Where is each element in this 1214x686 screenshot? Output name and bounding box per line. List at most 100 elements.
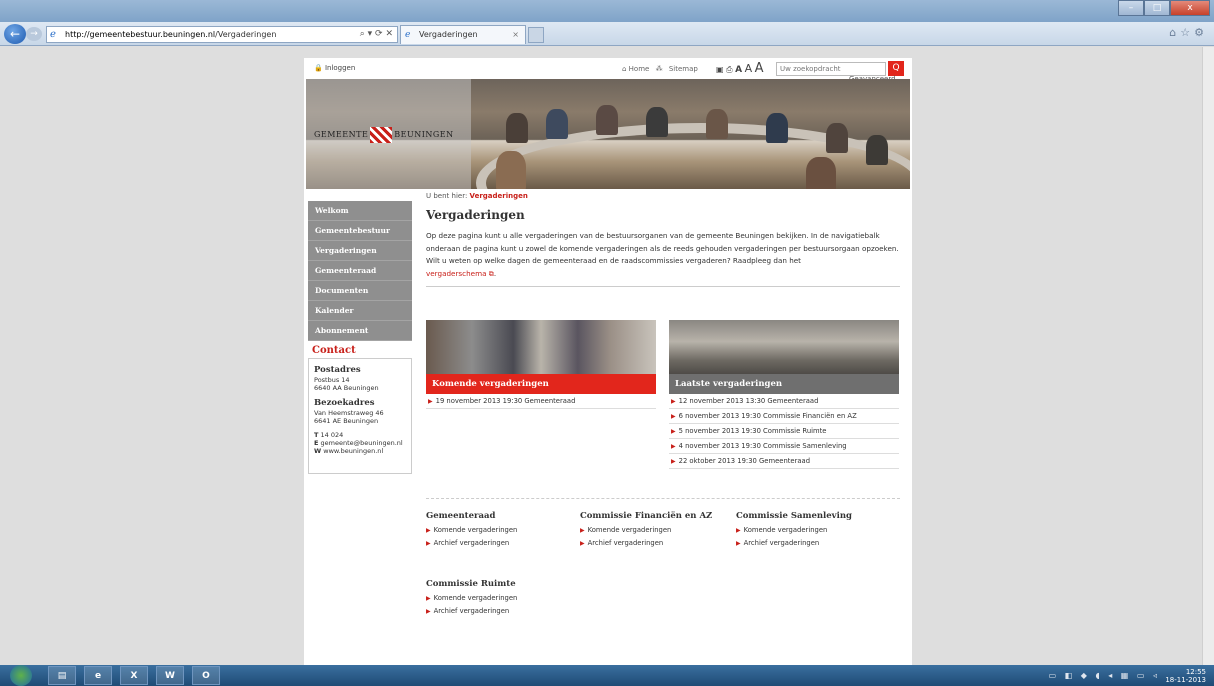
- vertical-scrollbar[interactable]: [1202, 47, 1214, 665]
- page-topbar: 🔒 Inloggen ⌂ Home ⁂ Sitemap ▣ ⎙ A A A Uw…: [304, 58, 912, 91]
- banner-person: [866, 135, 888, 165]
- external-link-icon: ⧉: [486, 268, 494, 278]
- back-button[interactable]: ←: [4, 24, 26, 44]
- list-item[interactable]: ▶ 12 november 2013 13:30 Gemeenteraad: [669, 394, 899, 409]
- forward-button[interactable]: →: [26, 27, 42, 41]
- arrow-right-icon: ▶: [671, 398, 676, 405]
- nav-item-kalender[interactable]: Kalender: [308, 301, 412, 321]
- nav-item-gemeentebestuur[interactable]: Gemeentebestuur: [308, 221, 412, 241]
- komende-link[interactable]: ▶ Komende vergaderingen: [736, 524, 886, 537]
- sitemap-link[interactable]: ⁂ Sitemap: [656, 65, 702, 73]
- search-input[interactable]: Uw zoekopdracht: [776, 62, 886, 76]
- search-button[interactable]: Q: [888, 61, 904, 76]
- section-divider: [426, 498, 900, 499]
- breadcrumb-current[interactable]: Vergaderingen: [470, 192, 528, 200]
- body-title: Commissie Financiën en AZ: [580, 511, 713, 521]
- vergaderschema-link[interactable]: vergaderschema: [426, 269, 487, 278]
- logo-flag-icon: [370, 127, 393, 143]
- excel-taskbar-button[interactable]: X: [120, 666, 148, 685]
- clock[interactable]: 12:55 18-11-2013: [1165, 668, 1206, 684]
- archief-link[interactable]: ▶ Archief vergaderingen: [736, 537, 886, 550]
- maximize-button[interactable]: □: [1144, 0, 1170, 16]
- intro-text: Op deze pagina kunt u alle vergaderingen…: [426, 231, 899, 253]
- logo-text-left: GEMEENTE: [314, 130, 369, 139]
- website-line[interactable]: W www.beuningen.nl: [314, 447, 406, 455]
- arrow-right-icon: ▶: [671, 443, 676, 450]
- url-host: http://gemeentebestuur.beuningen.nl: [65, 30, 216, 39]
- gear-icon[interactable]: ⚙: [1194, 26, 1208, 39]
- main-content: Vergaderingen Op deze pagina kunt u alle…: [426, 208, 900, 287]
- archief-link[interactable]: ▶ Archief vergaderingen: [426, 537, 576, 550]
- ie-tab-icon: ℯ: [405, 30, 411, 40]
- address-bar[interactable]: ℯ http://gemeentebestuur.beuningen.nl/Ve…: [46, 26, 398, 43]
- home-link[interactable]: ⌂ Home: [622, 65, 649, 73]
- list-item[interactable]: ▶ 4 november 2013 19:30 Commissie Samenle…: [669, 439, 899, 454]
- back-arrow-icon: ←: [9, 27, 21, 41]
- url-path: /Vergaderingen: [215, 30, 277, 39]
- postadres-line: 6640 AA Beuningen: [314, 383, 379, 392]
- tab-vergaderingen[interactable]: ℯ Vergaderingen ×: [400, 25, 526, 44]
- breadcrumb-prefix: U bent hier:: [426, 192, 468, 200]
- banner-person: [766, 113, 788, 143]
- top-links: ⌂ Home ⁂ Sitemap: [622, 65, 706, 73]
- nav-item-vergaderingen[interactable]: Vergaderingen: [308, 241, 412, 261]
- explorer-taskbar-button[interactable]: ▤: [48, 666, 76, 685]
- email-line[interactable]: E gemeente@beuningen.nl: [314, 439, 406, 447]
- star-icon[interactable]: ☆: [1180, 26, 1194, 39]
- arrow-right-icon: ▶: [428, 398, 433, 405]
- font-medium-button[interactable]: A: [745, 62, 753, 75]
- komende-link[interactable]: ▶ Komende vergaderingen: [426, 524, 576, 537]
- new-tab-button[interactable]: [528, 27, 544, 43]
- start-button[interactable]: [10, 665, 32, 686]
- tab-close-icon[interactable]: ×: [512, 26, 519, 44]
- upcoming-meetings-title[interactable]: Komende vergaderingen: [426, 374, 656, 394]
- gemeente-beuningen-logo[interactable]: GEMEENTE BEUNINGEN: [314, 127, 454, 143]
- komende-link[interactable]: ▶ Komende vergaderingen: [426, 592, 576, 605]
- font-large-button[interactable]: A: [755, 61, 764, 76]
- font-tools: ▣ ⎙ A A A: [716, 61, 764, 76]
- nav-item-abonnement[interactable]: Abonnement: [308, 321, 412, 341]
- browser-navbar: ← → ℯ http://gemeentebestuur.beuningen.n…: [0, 22, 1214, 46]
- banner-person: [646, 107, 668, 137]
- banner-person: [506, 113, 528, 143]
- body-title: Gemeenteraad: [426, 511, 496, 521]
- bezoekadres-heading: Bezoekadres: [314, 397, 375, 408]
- minimize-button[interactable]: –: [1118, 0, 1144, 16]
- forward-arrow-icon: →: [30, 29, 38, 39]
- intro-text-2: Wilt u weten op welke dagen de gemeenter…: [426, 256, 801, 278]
- arrow-right-icon: ▶: [426, 595, 431, 602]
- latest-meetings-title[interactable]: Laatste vergaderingen: [669, 374, 899, 394]
- word-taskbar-button[interactable]: W: [156, 666, 184, 685]
- print-icon[interactable]: ⎙: [726, 65, 732, 74]
- left-navigation: Welkom Gemeentebestuur Vergaderingen Gem…: [308, 201, 412, 474]
- login-link[interactable]: 🔒 Inloggen: [314, 64, 355, 72]
- komende-link[interactable]: ▶ Komende vergaderingen: [580, 524, 730, 537]
- nav-item-gemeenteraad[interactable]: Gemeenteraad: [308, 261, 412, 281]
- ie-taskbar-button[interactable]: e: [84, 666, 112, 685]
- word-icon: W: [165, 671, 175, 681]
- archief-link[interactable]: ▶ Archief vergaderingen: [580, 537, 730, 550]
- close-window-button[interactable]: x: [1170, 0, 1210, 16]
- arrow-right-icon: ▶: [580, 540, 585, 547]
- body-title: Commissie Samenleving: [736, 511, 852, 521]
- home-icon[interactable]: ⌂: [1169, 26, 1180, 39]
- clock-time: 12:55: [1185, 668, 1206, 676]
- ie-icon: ℯ: [50, 29, 56, 40]
- list-item[interactable]: ▶ 19 november 2013 19:30 Gemeenteraad: [426, 394, 656, 409]
- nav-item-documenten[interactable]: Documenten: [308, 281, 412, 301]
- browser-toolbar-icons[interactable]: ⌂☆⚙: [1169, 26, 1208, 39]
- list-item[interactable]: ▶ 6 november 2013 19:30 Commissie Financi…: [669, 409, 899, 424]
- list-item[interactable]: ▶ 5 november 2013 19:30 Commissie Ruimte: [669, 424, 899, 439]
- system-tray-icons[interactable]: ▭ ◧ ◆ ◖ ◂ ▦ ▭ ◃: [1049, 671, 1160, 680]
- window-titlebar: – □ x: [0, 0, 1214, 22]
- rss-icon[interactable]: ▣: [716, 65, 724, 74]
- font-small-button[interactable]: A: [735, 65, 742, 75]
- archief-link[interactable]: ▶ Archief vergaderingen: [426, 605, 576, 618]
- contact-title: Contact: [312, 345, 356, 356]
- address-tools[interactable]: ⌕ ▾ ⟳ ✕: [360, 27, 393, 42]
- nav-item-welkom[interactable]: Welkom: [308, 201, 412, 221]
- outlook-taskbar-button[interactable]: O: [192, 666, 220, 685]
- contact-box: Postadres Postbus 14 6640 AA Beuningen B…: [308, 358, 412, 474]
- banner-person: [806, 157, 836, 189]
- list-item[interactable]: ▶ 22 oktober 2013 19:30 Gemeenteraad: [669, 454, 899, 469]
